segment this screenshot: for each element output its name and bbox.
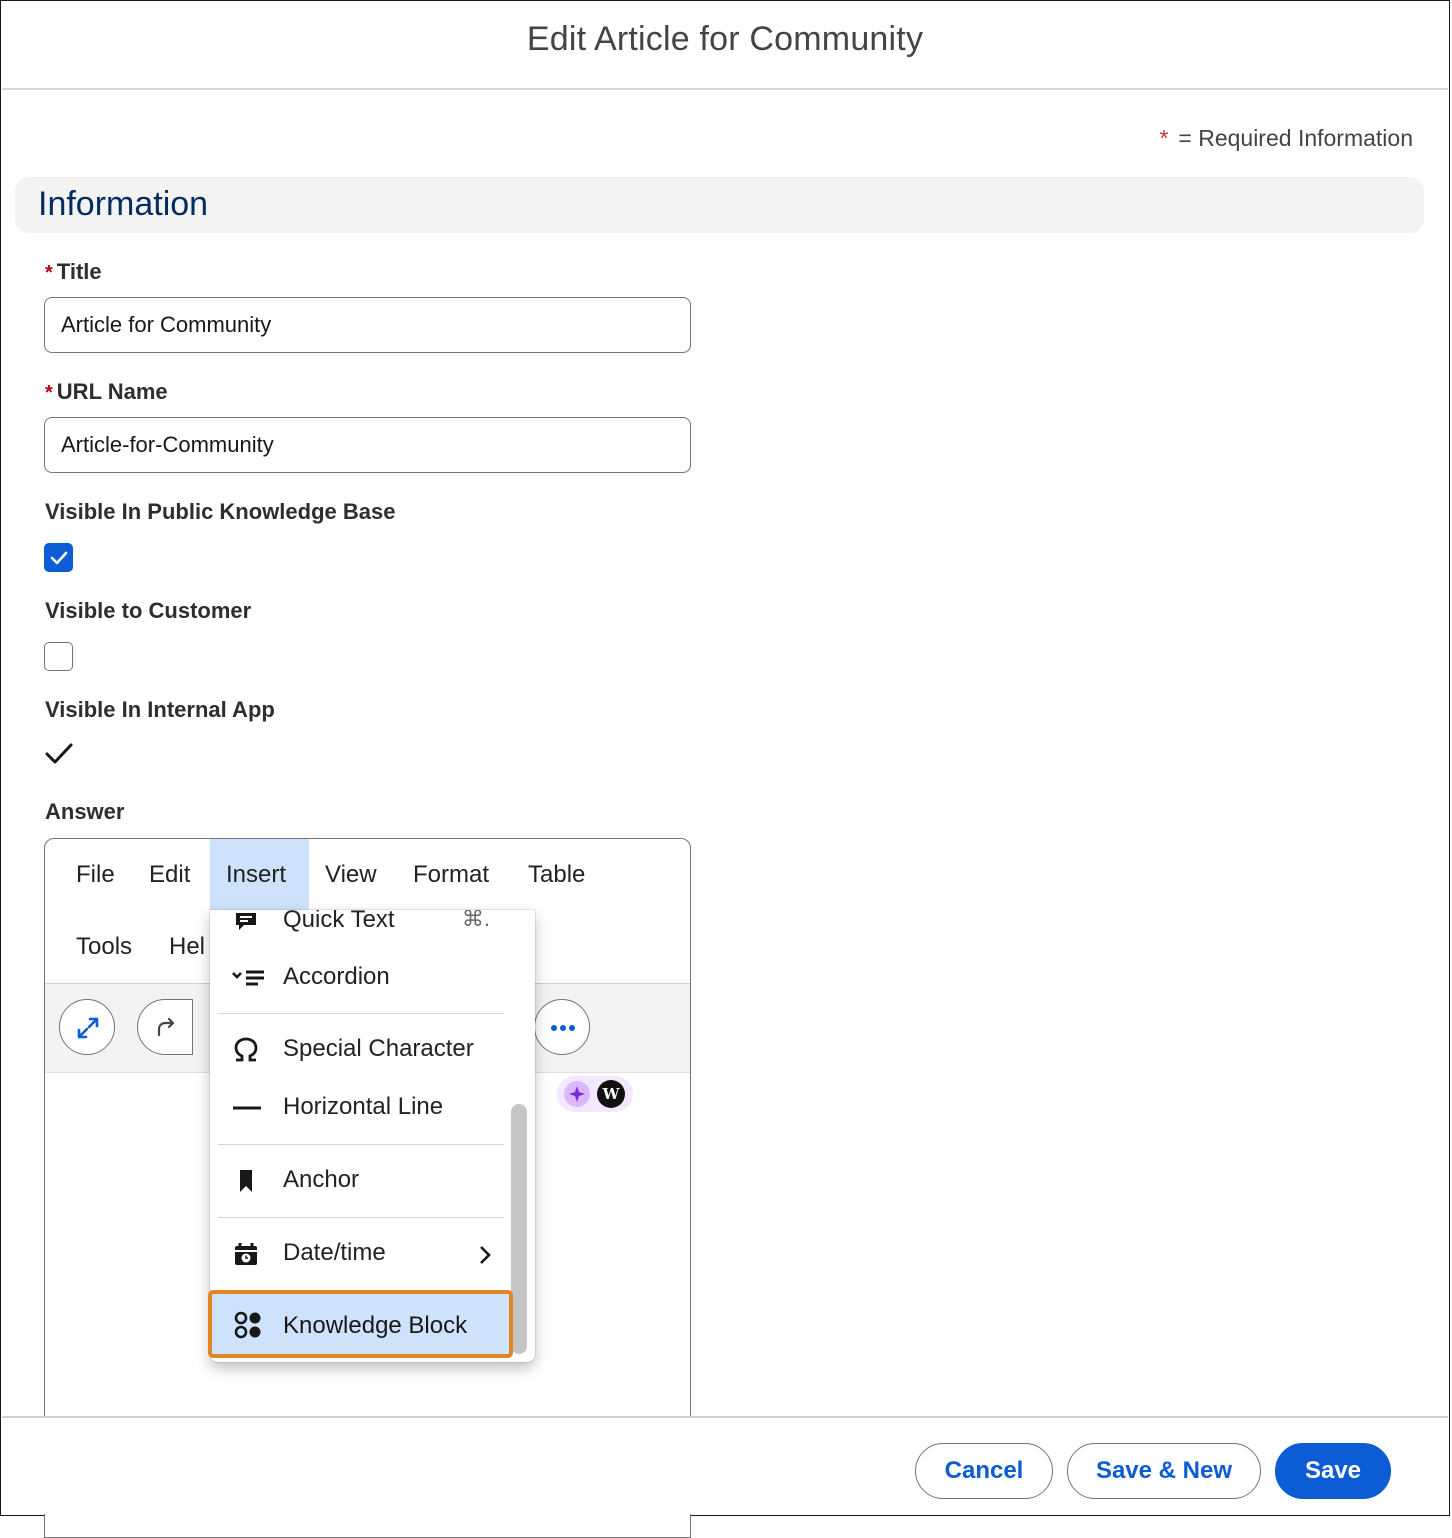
visible-public-kb-label: Visible In Public Knowledge Base	[45, 499, 396, 524]
menu-item-knowledge-block[interactable]: Knowledge Block	[208, 1290, 513, 1358]
edit-article-modal: Edit Article for Community * = Required I…	[0, 0, 1450, 1538]
menu-item-accordion[interactable]: Accordion	[210, 949, 504, 1007]
modal-header: Edit Article for Community	[2, 2, 1448, 90]
menu-divider	[218, 1013, 504, 1014]
shortcut-hint: ⌘.	[461, 910, 490, 931]
menu-help[interactable]: Hel	[169, 911, 205, 983]
writer-icon[interactable]: W	[597, 1080, 625, 1108]
menu-table[interactable]: Table	[528, 839, 585, 911]
checkmark-icon	[50, 551, 68, 565]
required-star: *	[45, 382, 53, 404]
save-and-new-button[interactable]: Save & New	[1067, 1443, 1261, 1499]
url-name-input[interactable]: Article-for-Community	[44, 417, 691, 473]
menu-file[interactable]: File	[76, 839, 115, 911]
calendar-icon	[232, 1240, 260, 1268]
modal-footer: Cancel Save & New Save	[2, 1416, 1448, 1514]
checkmark-icon	[45, 742, 73, 771]
answer-label: Answer	[45, 799, 125, 824]
bookmark-icon	[232, 1167, 260, 1195]
omega-icon	[232, 1036, 260, 1064]
save-button[interactable]: Save	[1275, 1443, 1391, 1499]
menu-item-label: Date/time	[283, 1239, 386, 1266]
required-legend-text: = Required Information	[1178, 125, 1413, 151]
menu-item-label: Anchor	[283, 1166, 360, 1193]
menu-item-label: Knowledge Block	[283, 1312, 468, 1339]
menu-item-label: Horizontal Line	[283, 1093, 444, 1120]
menu-insert[interactable]: Insert	[210, 839, 309, 911]
required-legend: * = Required Information	[1159, 125, 1413, 152]
url-name-label: * URL Name	[45, 379, 168, 405]
section-header[interactable]: Information	[15, 177, 1424, 233]
more-icon	[551, 1025, 575, 1031]
menu-divider	[218, 1217, 504, 1218]
title-input[interactable]: Article for Community	[44, 297, 691, 353]
more-actions-button[interactable]	[534, 999, 590, 1055]
menu-item-special-character[interactable]: Special Character	[210, 1021, 504, 1079]
quick-text-icon	[232, 910, 260, 935]
section-title: Information	[38, 185, 209, 223]
title-label-text: Title	[56, 259, 102, 284]
required-star: *	[45, 262, 53, 284]
menu-item-label: Special Character	[283, 1035, 474, 1062]
menu-scrollbar[interactable]	[511, 1104, 527, 1354]
menu-view[interactable]: View	[325, 839, 377, 911]
fullscreen-icon	[77, 1017, 99, 1039]
menu-item-quick-text[interactable]: Quick Text ⌘.	[210, 910, 504, 950]
redo-icon	[157, 1017, 175, 1037]
menu-format[interactable]: Format	[413, 839, 489, 911]
sparkle-icon[interactable]	[564, 1081, 590, 1107]
visible-public-kb-checkbox[interactable]	[44, 543, 73, 572]
redo-button[interactable]	[137, 999, 193, 1055]
menu-divider	[218, 1144, 504, 1145]
menu-item-label: Accordion	[283, 963, 390, 990]
menu-item-horizontal-line[interactable]: Horizontal Line	[210, 1079, 504, 1137]
horizontal-line-icon	[232, 1094, 261, 1122]
menu-tools[interactable]: Tools	[76, 911, 132, 983]
menu-item-datetime[interactable]: Date/time	[210, 1225, 504, 1283]
knowledge-block-icon	[234, 1311, 262, 1344]
chevron-right-icon	[478, 1245, 492, 1270]
accordion-icon	[232, 964, 264, 992]
url-name-label-text: URL Name	[56, 379, 168, 404]
required-star: *	[1159, 125, 1169, 151]
ai-assistant-badges[interactable]: W	[557, 1076, 633, 1112]
visible-customer-label: Visible to Customer	[45, 598, 252, 623]
visible-customer-checkbox[interactable]	[44, 642, 73, 671]
modal-title: Edit Article for Community	[526, 20, 924, 58]
visible-internal-label: Visible In Internal App	[45, 697, 275, 722]
menu-edit[interactable]: Edit	[149, 839, 190, 911]
menu-item-anchor[interactable]: Anchor	[210, 1152, 504, 1210]
fullscreen-button[interactable]	[59, 999, 115, 1055]
cancel-button[interactable]: Cancel	[915, 1443, 1053, 1499]
menu-item-label: Quick Text	[283, 910, 395, 933]
title-label: * Title	[45, 259, 102, 285]
